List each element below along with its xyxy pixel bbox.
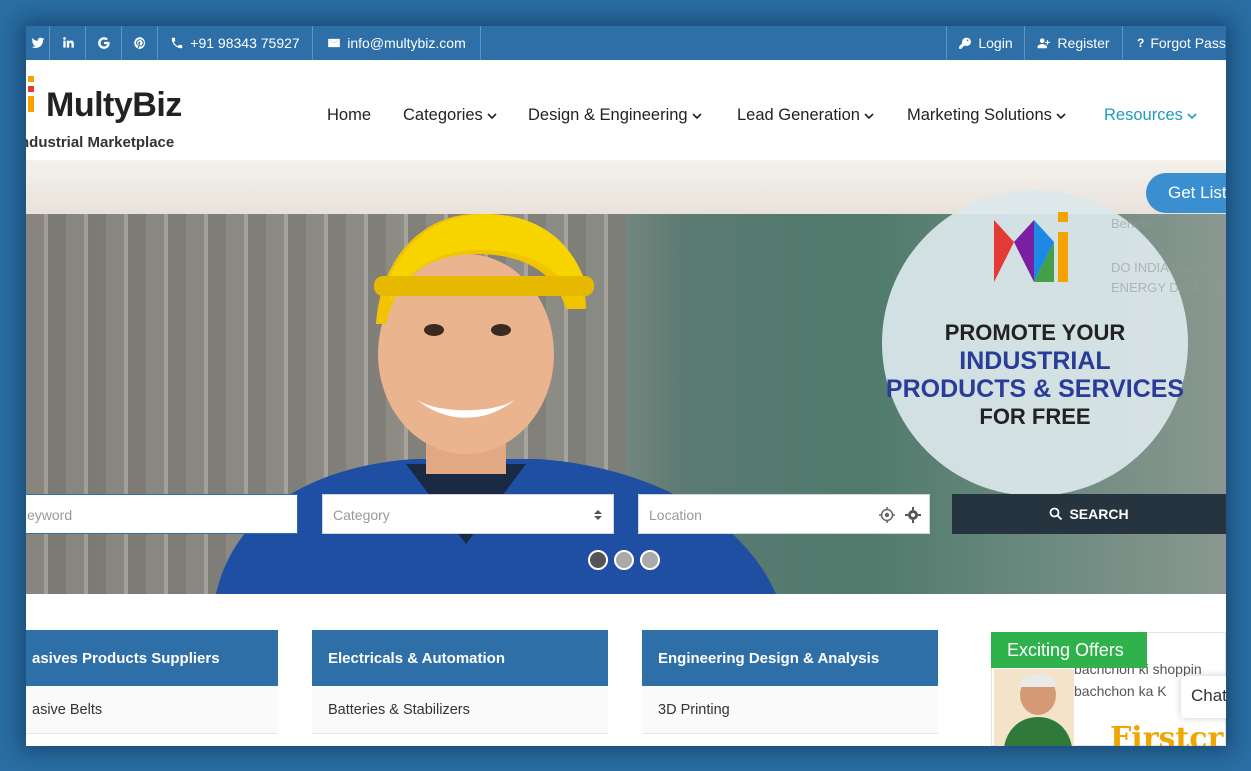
category-card-title[interactable]: asives Products Suppliers [26,630,278,686]
search-button[interactable]: SEARCH [952,494,1226,534]
chevron-down-icon [864,112,874,119]
nav-home-label: Home [327,106,372,124]
location-input[interactable]: Location [638,494,930,534]
category-select-label: Category [333,507,390,523]
login-label: Login [978,35,1013,51]
chevron-down-icon [692,112,702,119]
offer-text-2: bachchon ka K [1074,683,1167,699]
register-link[interactable]: Register [1024,26,1122,60]
google-link[interactable] [86,26,122,60]
email-address: info@multybiz.com [347,35,466,51]
chat-button[interactable]: Chat [1181,676,1226,718]
faded-benefit-text: Benefit [1111,216,1152,231]
browser-viewport: +91 98343 75927 info@multybiz.com Login … [26,26,1226,746]
promo-logo-icon [994,212,1068,282]
faded-text-1: DO INDIA READY [1111,260,1217,275]
login-link[interactable]: Login [946,26,1024,60]
location-placeholder: Location [649,507,702,523]
register-label: Register [1057,35,1110,51]
nav-categories-label: Categories [403,106,483,124]
twitter-icon [31,37,44,49]
question-icon: ? [1137,36,1145,50]
email-contact[interactable]: info@multybiz.com [313,26,481,60]
category-card-title[interactable]: Electricals & Automation [312,630,608,686]
faded-text-2: ENERGY DEMAND [1111,280,1226,295]
add-user-icon [1038,38,1051,49]
forgot-label: Forgot Pass [1150,35,1226,51]
keyword-input[interactable]: eyword [26,494,298,534]
linkedin-icon [62,37,74,48]
promo-line-3: PRODUCTS & SERVICES [885,375,1185,403]
search-icon [1050,507,1063,521]
slider-dot-3[interactable] [640,550,660,570]
google-icon [97,37,110,49]
site-logo[interactable]: MultyBiz ndustrial Marketplace [26,72,194,162]
top-bar: +91 98343 75927 info@multybiz.com Login … [26,26,1226,60]
phone-number: +91 98343 75927 [190,35,300,51]
slider-dot-2[interactable] [614,550,634,570]
category-card-item[interactable]: Batteries & Stabilizers [312,686,608,734]
nav-lead-generation[interactable]: Lead Generation [737,106,874,125]
get-listed-button[interactable]: Get List [1146,173,1226,213]
slider-dot-1[interactable] [588,550,608,570]
search-button-label: SEARCH [1069,506,1129,522]
forgot-password-link[interactable]: ? Forgot Pass [1122,26,1226,60]
category-select[interactable]: Category [322,494,614,534]
category-card-item[interactable]: asive Belts [26,686,278,734]
offer-person-image [994,669,1074,746]
promo-line-4: FOR FREE [979,404,1091,429]
hero-slider: PROMOTE YOUR INDUSTRIAL PRODUCTS & SERVI… [26,160,1226,594]
site-header: MultyBiz ndustrial Marketplace Home Cate… [26,60,1226,162]
locate-icon[interactable] [879,507,895,523]
chevron-down-icon [487,112,497,119]
category-card-title[interactable]: Engineering Design & Analysis [642,630,938,686]
phone-contact[interactable]: +91 98343 75927 [158,26,313,60]
offer-brand-mark: Firstcr [1110,721,1224,746]
offers-title: Exciting Offers [991,632,1147,668]
nav-resources[interactable]: Resources [1104,106,1197,125]
pinterest-icon [133,37,145,49]
nav-design-label: Design & Engineering [528,106,688,124]
promo-line-2: INDUSTRIAL [959,347,1111,375]
chevron-down-icon [1187,112,1197,119]
logo-title: MultyBiz [46,86,182,124]
gear-icon[interactable] [905,507,921,523]
nav-design-engineering[interactable]: Design & Engineering [528,106,702,125]
nav-lead-label: Lead Generation [737,106,860,124]
select-arrows-icon [594,510,602,520]
nav-resources-label: Resources [1104,106,1183,124]
nav-categories[interactable]: Categories [403,106,497,125]
worker-illustration [216,214,776,594]
nav-marketing-label: Marketing Solutions [907,106,1052,124]
chevron-down-icon [1056,112,1066,119]
envelope-icon [328,38,341,48]
nav-home[interactable]: Home [327,106,371,125]
linkedin-link[interactable] [50,26,86,60]
logo-subtitle: ndustrial Marketplace [26,134,175,151]
promo-line-1: PROMOTE YOUR [944,320,1126,345]
category-card-item[interactable]: 3D Printing [642,686,938,734]
twitter-link[interactable] [26,26,50,60]
pinterest-link[interactable] [122,26,158,60]
phone-icon [172,37,183,49]
multybiz-logo-icon [28,76,34,112]
key-icon [959,37,972,49]
nav-marketing-solutions[interactable]: Marketing Solutions [907,106,1066,125]
